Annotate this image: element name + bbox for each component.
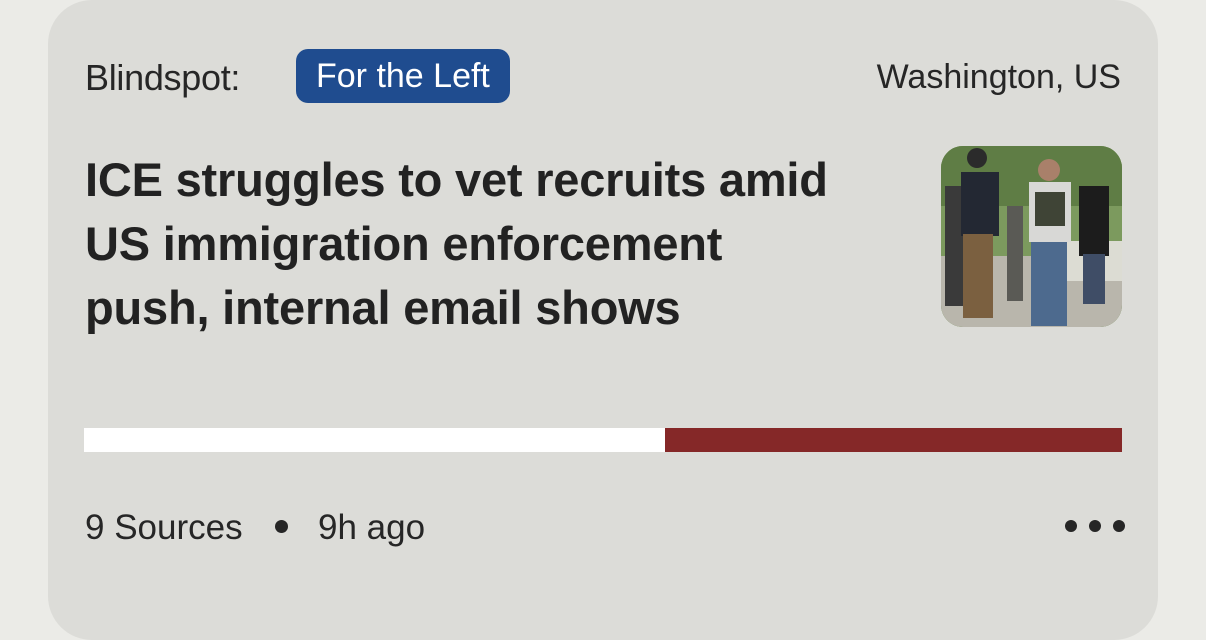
- location-label: Washington, US: [876, 58, 1121, 96]
- story-card[interactable]: Blindspot: For the Left Washington, US I…: [48, 0, 1158, 640]
- card-footer: 9 Sources 9h ago: [85, 502, 1125, 556]
- card-header: Blindspot: For the Left Washington, US: [85, 49, 1121, 103]
- more-dots-icon: [1113, 520, 1125, 532]
- bias-distribution-bar: [84, 428, 1122, 452]
- lean-badge: For the Left: [296, 49, 510, 103]
- news-photo-thumbnail[interactable]: [941, 146, 1122, 327]
- sources-count[interactable]: 9 Sources: [85, 508, 243, 548]
- blindspot-label: Blindspot:: [85, 57, 241, 98]
- bias-bar-right-segment: [665, 428, 1122, 452]
- more-dots-icon: [1089, 520, 1101, 532]
- thumbnail-image: [941, 146, 1122, 327]
- bias-bar-left-segment: [84, 428, 666, 452]
- story-headline[interactable]: ICE struggles to vet recruits amid US im…: [85, 148, 845, 340]
- timestamp: 9h ago: [318, 508, 426, 547]
- more-dots-icon: [1065, 520, 1077, 532]
- more-options-button[interactable]: [1065, 514, 1125, 538]
- separator-dot: [275, 520, 288, 533]
